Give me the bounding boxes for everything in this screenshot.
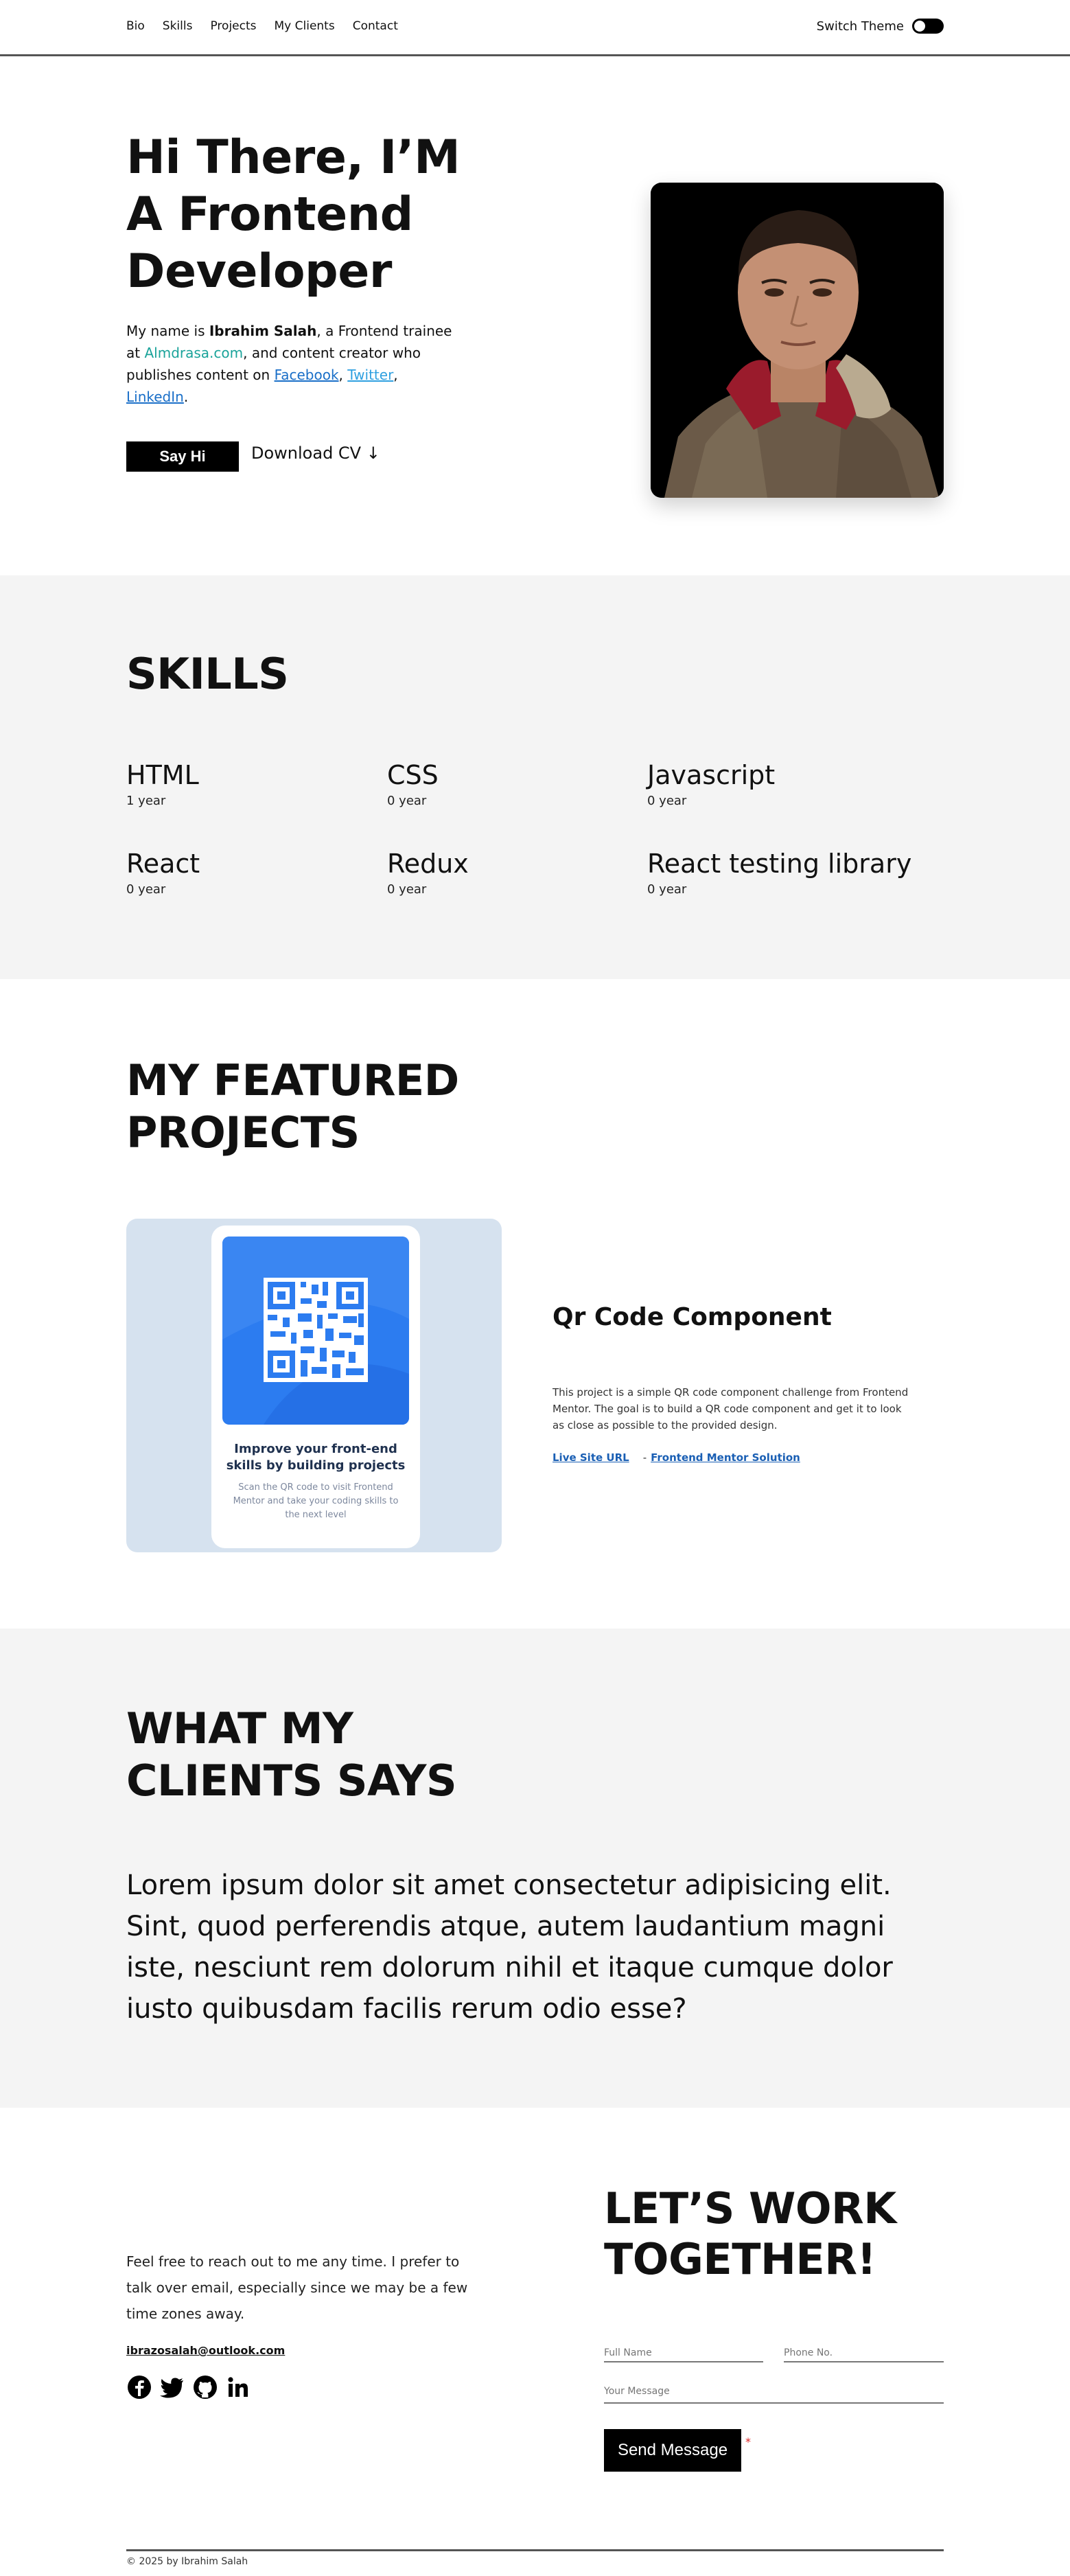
social-links — [126, 2374, 251, 2400]
company-link[interactable]: Almdrasa.com — [144, 345, 243, 361]
skill-years: 0 year — [647, 794, 687, 808]
profile-photo-illustration — [651, 183, 944, 498]
skill-react: React 0 year — [126, 848, 373, 897]
footer-divider — [126, 2549, 944, 2551]
skill-years: 1 year — [126, 794, 166, 808]
qr-card-subtitle: Scan the QR code to visit Frontend Mento… — [233, 1482, 399, 1520]
project-name: Qr Code Component — [553, 1303, 832, 1331]
nav-link-contact[interactable]: Contact — [353, 19, 398, 33]
project-description: This project is a simple QR code compone… — [553, 1386, 909, 1431]
nav-links: Bio Skills Projects My Clients Contact — [126, 19, 398, 33]
skills-title: SKILLS — [126, 649, 289, 699]
skill-css: CSS 0 year — [387, 759, 634, 808]
live-site-link[interactable]: Live Site URL — [553, 1451, 629, 1464]
phone-input[interactable] — [784, 2346, 944, 2362]
nav-link-bio[interactable]: Bio — [126, 19, 145, 33]
qr-card-preview: Improve your front-end skills by buildin… — [211, 1226, 420, 1548]
client-testimonial: Lorem ipsum dolor sit amet consectetur a… — [126, 1870, 893, 2025]
frontend-mentor-solution-link[interactable]: Frontend Mentor Solution — [651, 1451, 800, 1464]
linkedin-icon[interactable] — [225, 2374, 251, 2400]
nav-link-my-clients[interactable]: My Clients — [275, 19, 335, 33]
skill-years: 0 year — [387, 794, 427, 808]
linkedin-link[interactable]: LinkedIn — [126, 389, 184, 405]
profile-photo — [651, 183, 944, 498]
top-nav: Bio Skills Projects My Clients Contact S… — [0, 0, 1070, 56]
skill-name: Redux — [387, 849, 469, 879]
nav-link-projects[interactable]: Projects — [210, 19, 256, 33]
link-separator: - — [642, 1451, 647, 1464]
skill-years: 0 year — [647, 882, 687, 897]
full-name-input[interactable] — [604, 2346, 763, 2362]
skill-name: React — [126, 849, 200, 879]
nav-link-skills[interactable]: Skills — [163, 19, 193, 33]
footer-copyright: © 2025 by Ibrahim Salah — [126, 2556, 248, 2567]
clients-title: WHAT MY CLIENTS SAYS — [126, 1703, 457, 1806]
project-preview[interactable]: Improve your front-end skills by buildin… — [126, 1219, 502, 1552]
contact-email-link[interactable]: ibrazosalah@outlook.com — [126, 2344, 285, 2357]
skill-react-testing-library: React testing library 0 year — [647, 848, 949, 897]
skill-years: 0 year — [387, 882, 427, 897]
download-cv-button[interactable]: Download CV ↓ — [251, 444, 380, 463]
skill-name: HTML — [126, 760, 199, 790]
skill-name: React testing library — [647, 849, 912, 879]
skill-html: HTML 1 year — [126, 759, 373, 808]
hero-desc-prefix: My name is — [126, 323, 209, 339]
qr-code-icon — [222, 1237, 409, 1425]
projects-title: MY FEATURED PROJECTS — [126, 1055, 459, 1158]
skill-name: CSS — [387, 760, 439, 790]
facebook-icon[interactable] — [126, 2374, 152, 2400]
hero-name: Ibrahim Salah — [209, 323, 317, 339]
required-mark: * — [745, 2435, 751, 2448]
skill-javascript: Javascript 0 year — [647, 759, 894, 808]
hero-title: Hi There, I’M A Frontend Developer — [126, 130, 461, 299]
facebook-link[interactable]: Facebook — [275, 367, 339, 383]
twitter-icon[interactable] — [159, 2374, 185, 2400]
theme-switcher: Switch Theme — [817, 19, 944, 34]
hero-description: My name is Ibrahim Salah, a Frontend tra… — [126, 323, 452, 405]
github-icon[interactable] — [192, 2374, 218, 2400]
twitter-link[interactable]: Twitter — [347, 367, 393, 383]
skill-redux: Redux 0 year — [387, 848, 634, 897]
message-textarea[interactable] — [604, 2386, 944, 2404]
theme-toggle[interactable] — [912, 19, 944, 34]
skill-years: 0 year — [126, 882, 166, 897]
project-links: Live Site URL - Frontend Mentor Solution — [553, 1451, 800, 1464]
send-message-button[interactable]: Send Message — [604, 2429, 741, 2472]
skill-name: Javascript — [647, 760, 776, 790]
contact-text: Feel free to reach out to me any time. I… — [126, 2253, 468, 2322]
contact-title: LET’S WORK TOGETHER! — [604, 2183, 896, 2284]
theme-switch-label: Switch Theme — [816, 19, 904, 34]
qr-code-image — [222, 1237, 409, 1425]
say-hi-button[interactable]: Say Hi — [126, 441, 239, 472]
qr-card-title: Improve your front-end skills by buildin… — [226, 1442, 406, 1473]
